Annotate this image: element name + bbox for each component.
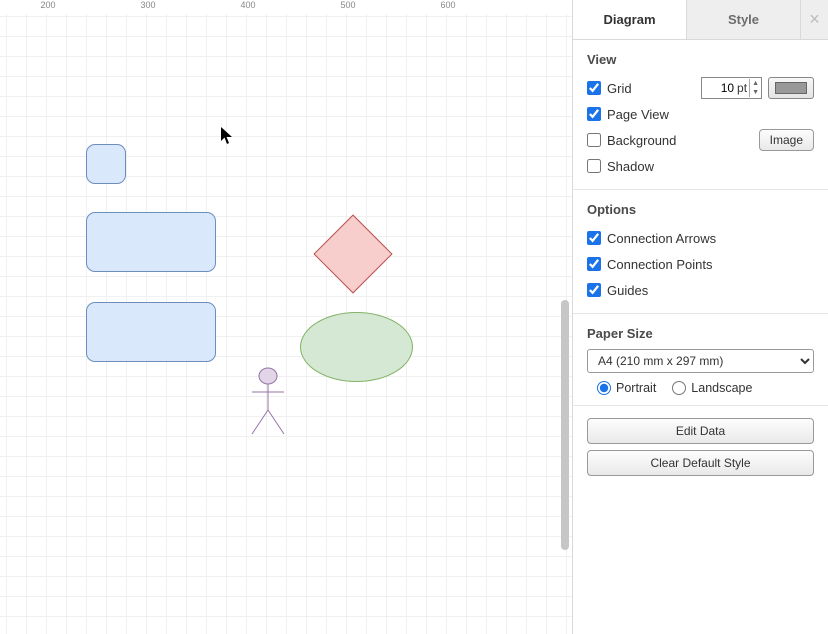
shape-rounded-rect[interactable] <box>86 144 126 184</box>
background-checkbox[interactable] <box>587 133 601 147</box>
grid-size-unit: pt <box>736 81 749 95</box>
grid-size-stepper[interactable]: ▲▼ <box>749 79 761 97</box>
scrollbar-thumb[interactable] <box>561 300 569 550</box>
connection-points-label: Connection Points <box>607 257 713 272</box>
grid-checkbox[interactable] <box>587 81 601 95</box>
background-image-button[interactable]: Image <box>759 129 814 151</box>
grid-color-button[interactable] <box>768 77 814 99</box>
section-actions: Edit Data Clear Default Style <box>573 406 828 492</box>
close-icon[interactable]: × <box>800 0 828 39</box>
guides-checkbox[interactable] <box>587 283 601 297</box>
radio-label: Landscape <box>691 381 752 395</box>
shadow-checkbox[interactable] <box>587 159 601 173</box>
panel-tabbar: Diagram Style × <box>573 0 828 40</box>
button-label: Image <box>770 133 803 147</box>
connection-arrows-label: Connection Arrows <box>607 231 716 246</box>
background-label: Background <box>607 133 676 148</box>
clear-default-style-button[interactable]: Clear Default Style <box>587 450 814 476</box>
shape-rounded-rect[interactable] <box>86 302 216 362</box>
shadow-label: Shadow <box>607 159 654 174</box>
ruler-horizontal: 200 300 400 500 600 <box>0 0 572 14</box>
orientation-landscape[interactable]: Landscape <box>672 381 752 395</box>
cursor-icon <box>220 126 234 146</box>
section-options: Options Connection Arrows Connection Poi… <box>573 190 828 314</box>
ruler-tick: 200 <box>36 0 60 10</box>
grid-size-field[interactable] <box>702 81 736 95</box>
grid-size-input[interactable]: pt ▲▼ <box>701 77 762 99</box>
section-heading: Paper Size <box>587 326 814 341</box>
section-paper-size: Paper Size A4 (210 mm x 297 mm) Portrait… <box>573 314 828 406</box>
tab-style[interactable]: Style <box>687 0 800 39</box>
shape-rounded-rect[interactable] <box>86 212 216 272</box>
drawing-canvas[interactable] <box>0 14 572 634</box>
pageview-checkbox[interactable] <box>587 107 601 121</box>
orientation-portrait[interactable]: Portrait <box>597 381 656 395</box>
landscape-radio[interactable] <box>672 381 686 395</box>
edit-data-button[interactable]: Edit Data <box>587 418 814 444</box>
guides-label: Guides <box>607 283 648 298</box>
portrait-radio[interactable] <box>597 381 611 395</box>
paper-size-select[interactable]: A4 (210 mm x 297 mm) <box>587 349 814 373</box>
section-heading: View <box>587 52 814 67</box>
shape-diamond[interactable] <box>313 214 393 294</box>
button-label: Edit Data <box>676 424 725 438</box>
ruler-tick: 600 <box>436 0 460 10</box>
shape-actor[interactable] <box>246 366 290 438</box>
section-heading: Options <box>587 202 814 217</box>
properties-panel: Diagram Style × View Grid pt ▲▼ <box>572 0 828 634</box>
tab-diagram[interactable]: Diagram <box>573 0 687 39</box>
connection-points-checkbox[interactable] <box>587 257 601 271</box>
ruler-tick: 500 <box>336 0 360 10</box>
shape-ellipse[interactable] <box>300 312 413 382</box>
tab-label: Diagram <box>603 12 655 27</box>
button-label: Clear Default Style <box>650 456 750 470</box>
canvas-area[interactable]: 200 300 400 500 600 <box>0 0 572 634</box>
pageview-label: Page View <box>607 107 669 122</box>
section-view: View Grid pt ▲▼ Page View <box>573 40 828 190</box>
connection-arrows-checkbox[interactable] <box>587 231 601 245</box>
ruler-tick: 300 <box>136 0 160 10</box>
grid-label: Grid <box>607 81 632 96</box>
tab-label: Style <box>728 12 759 27</box>
ruler-tick: 400 <box>236 0 260 10</box>
radio-label: Portrait <box>616 381 656 395</box>
